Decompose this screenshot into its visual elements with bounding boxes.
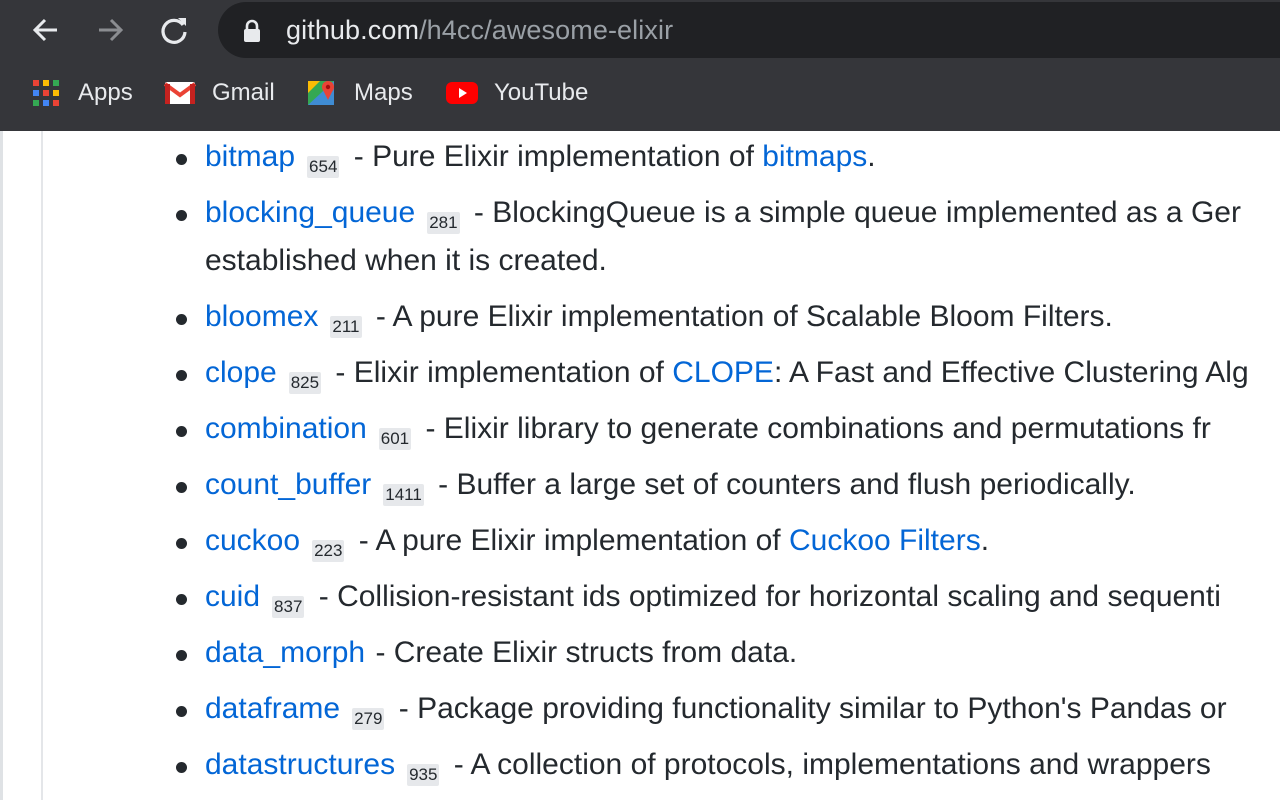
browser-toolbar: github.com/h4cc/awesome-elixir Apps Gmai… xyxy=(0,0,1280,131)
bullet-icon xyxy=(176,314,187,325)
list-item: dataframe 279 - Package providing functio… xyxy=(174,685,1227,733)
apps-grid-icon xyxy=(33,80,59,106)
package-description-continued: established when it is created. xyxy=(205,244,607,277)
star-count-badge: 825 xyxy=(288,372,322,394)
bookmark-youtube[interactable]: YouTube xyxy=(446,70,588,116)
package-link[interactable]: bloomex xyxy=(205,300,318,333)
star-count-badge: 211 xyxy=(330,316,362,338)
url-path: /h4cc/awesome-elixir xyxy=(419,15,674,45)
package-link[interactable]: blocking_queue xyxy=(205,196,415,229)
list-item: blocking_queue 281 - BlockingQueue is a s… xyxy=(174,189,1241,285)
star-count-badge: 654 xyxy=(307,156,340,178)
gmail-icon xyxy=(164,82,196,104)
package-description: - Buffer a large set of counters and flu… xyxy=(429,468,1136,501)
bullet-icon xyxy=(176,210,187,221)
back-button[interactable] xyxy=(22,6,70,54)
bookmark-label: Gmail xyxy=(212,79,275,106)
package-description: - Elixir library to generate combination… xyxy=(417,412,1211,445)
package-description-tail: : A Fast and Effective Clustering Alg xyxy=(773,356,1249,389)
bookmark-gmail[interactable]: Gmail xyxy=(164,70,275,116)
bookmark-apps[interactable]: Apps xyxy=(32,70,133,116)
description-link[interactable]: Cuckoo Filters xyxy=(789,524,981,557)
maps-icon xyxy=(308,81,334,105)
address-bar[interactable]: github.com/h4cc/awesome-elixir xyxy=(218,2,1280,58)
list-item: bloomex 211 - A pure Elixir implementatio… xyxy=(174,293,1113,341)
star-count-badge: 281 xyxy=(427,212,460,234)
list-item: cuid 837 - Collision-resistant ids optimi… xyxy=(174,573,1221,621)
package-description: - A pure Elixir implementation of xyxy=(350,524,789,557)
package-description-tail: . xyxy=(980,524,990,557)
bullet-icon xyxy=(176,426,187,437)
package-description: - Create Elixir structs from data. xyxy=(367,636,798,669)
reload-icon xyxy=(161,18,187,44)
list-item: data_morph - Create Elixir structs from … xyxy=(174,629,797,677)
package-description: - A pure Elixir implementation of Scalab… xyxy=(367,300,1113,333)
package-description: - Pure Elixir implementation of xyxy=(345,140,763,173)
package-link[interactable]: dataframe xyxy=(205,692,340,725)
package-link[interactable]: datastructures xyxy=(205,748,395,781)
list-indent-rule xyxy=(41,131,43,800)
star-count-badge: 837 xyxy=(272,596,305,618)
star-count-badge: 1411 xyxy=(383,484,424,506)
star-count-badge: 279 xyxy=(352,708,385,730)
package-link[interactable]: combination xyxy=(205,412,367,445)
bullet-icon xyxy=(176,482,187,493)
page-content: bitmap 654 - Pure Elixir implementation o… xyxy=(0,131,1280,800)
list-item: bitmap 654 - Pure Elixir implementation o… xyxy=(174,133,876,181)
package-description: - BlockingQueue is a simple queue implem… xyxy=(465,196,1241,229)
package-description: - A collection of protocols, implementat… xyxy=(445,748,1211,781)
package-link[interactable]: data_morph xyxy=(205,636,365,669)
youtube-icon xyxy=(446,82,478,104)
bookmarks-bar: Apps Gmail Maps YouTube xyxy=(0,70,1280,116)
star-count-badge: 223 xyxy=(312,540,345,562)
lock-icon xyxy=(244,19,260,42)
description-link[interactable]: bitmaps xyxy=(762,140,867,173)
bullet-icon xyxy=(176,762,187,773)
description-link[interactable]: CLOPE xyxy=(672,356,774,389)
package-description: - Package providing functionality simila… xyxy=(390,692,1227,725)
list-item: cuckoo 223 - A pure Elixir implementation… xyxy=(174,517,989,565)
bookmark-maps[interactable]: Maps xyxy=(308,70,413,116)
url-host: github.com xyxy=(286,15,420,45)
bullet-icon xyxy=(176,154,187,165)
package-description: - Collision-resistant ids optimized for … xyxy=(310,580,1221,613)
star-count-badge: 935 xyxy=(407,764,440,786)
package-description: - Elixir implementation of xyxy=(327,356,673,389)
bookmark-label: Apps xyxy=(78,79,133,106)
url-text: github.com/h4cc/awesome-elixir xyxy=(286,14,673,46)
package-link[interactable]: count_buffer xyxy=(205,468,371,501)
bullet-icon xyxy=(176,538,187,549)
star-count-badge: 601 xyxy=(378,428,412,450)
bookmark-label: Maps xyxy=(354,79,413,106)
package-link[interactable]: bitmap xyxy=(205,140,295,173)
list-item: clope 825 - Elixir implementation of CLOP… xyxy=(174,349,1249,397)
bullet-icon xyxy=(176,370,187,381)
package-link[interactable]: clope xyxy=(205,356,277,389)
list-item: count_buffer 1411 - Buffer a large set of… xyxy=(174,461,1136,509)
package-link[interactable]: cuid xyxy=(205,580,260,613)
forward-arrow-icon xyxy=(99,18,124,42)
package-link[interactable]: cuckoo xyxy=(205,524,300,557)
bullet-icon xyxy=(176,706,187,717)
bookmark-label: YouTube xyxy=(494,79,589,106)
package-description-tail: . xyxy=(867,140,876,173)
bullet-icon xyxy=(176,594,187,605)
bullet-icon xyxy=(176,650,187,661)
list-item: datastructures 935 - A collection of prot… xyxy=(174,741,1211,789)
reload-button[interactable] xyxy=(150,6,198,54)
list-item: combination 601 - Elixir library to gener… xyxy=(174,405,1211,453)
forward-button[interactable] xyxy=(86,6,134,54)
content-left-border xyxy=(0,131,3,800)
back-arrow-icon xyxy=(32,18,57,42)
